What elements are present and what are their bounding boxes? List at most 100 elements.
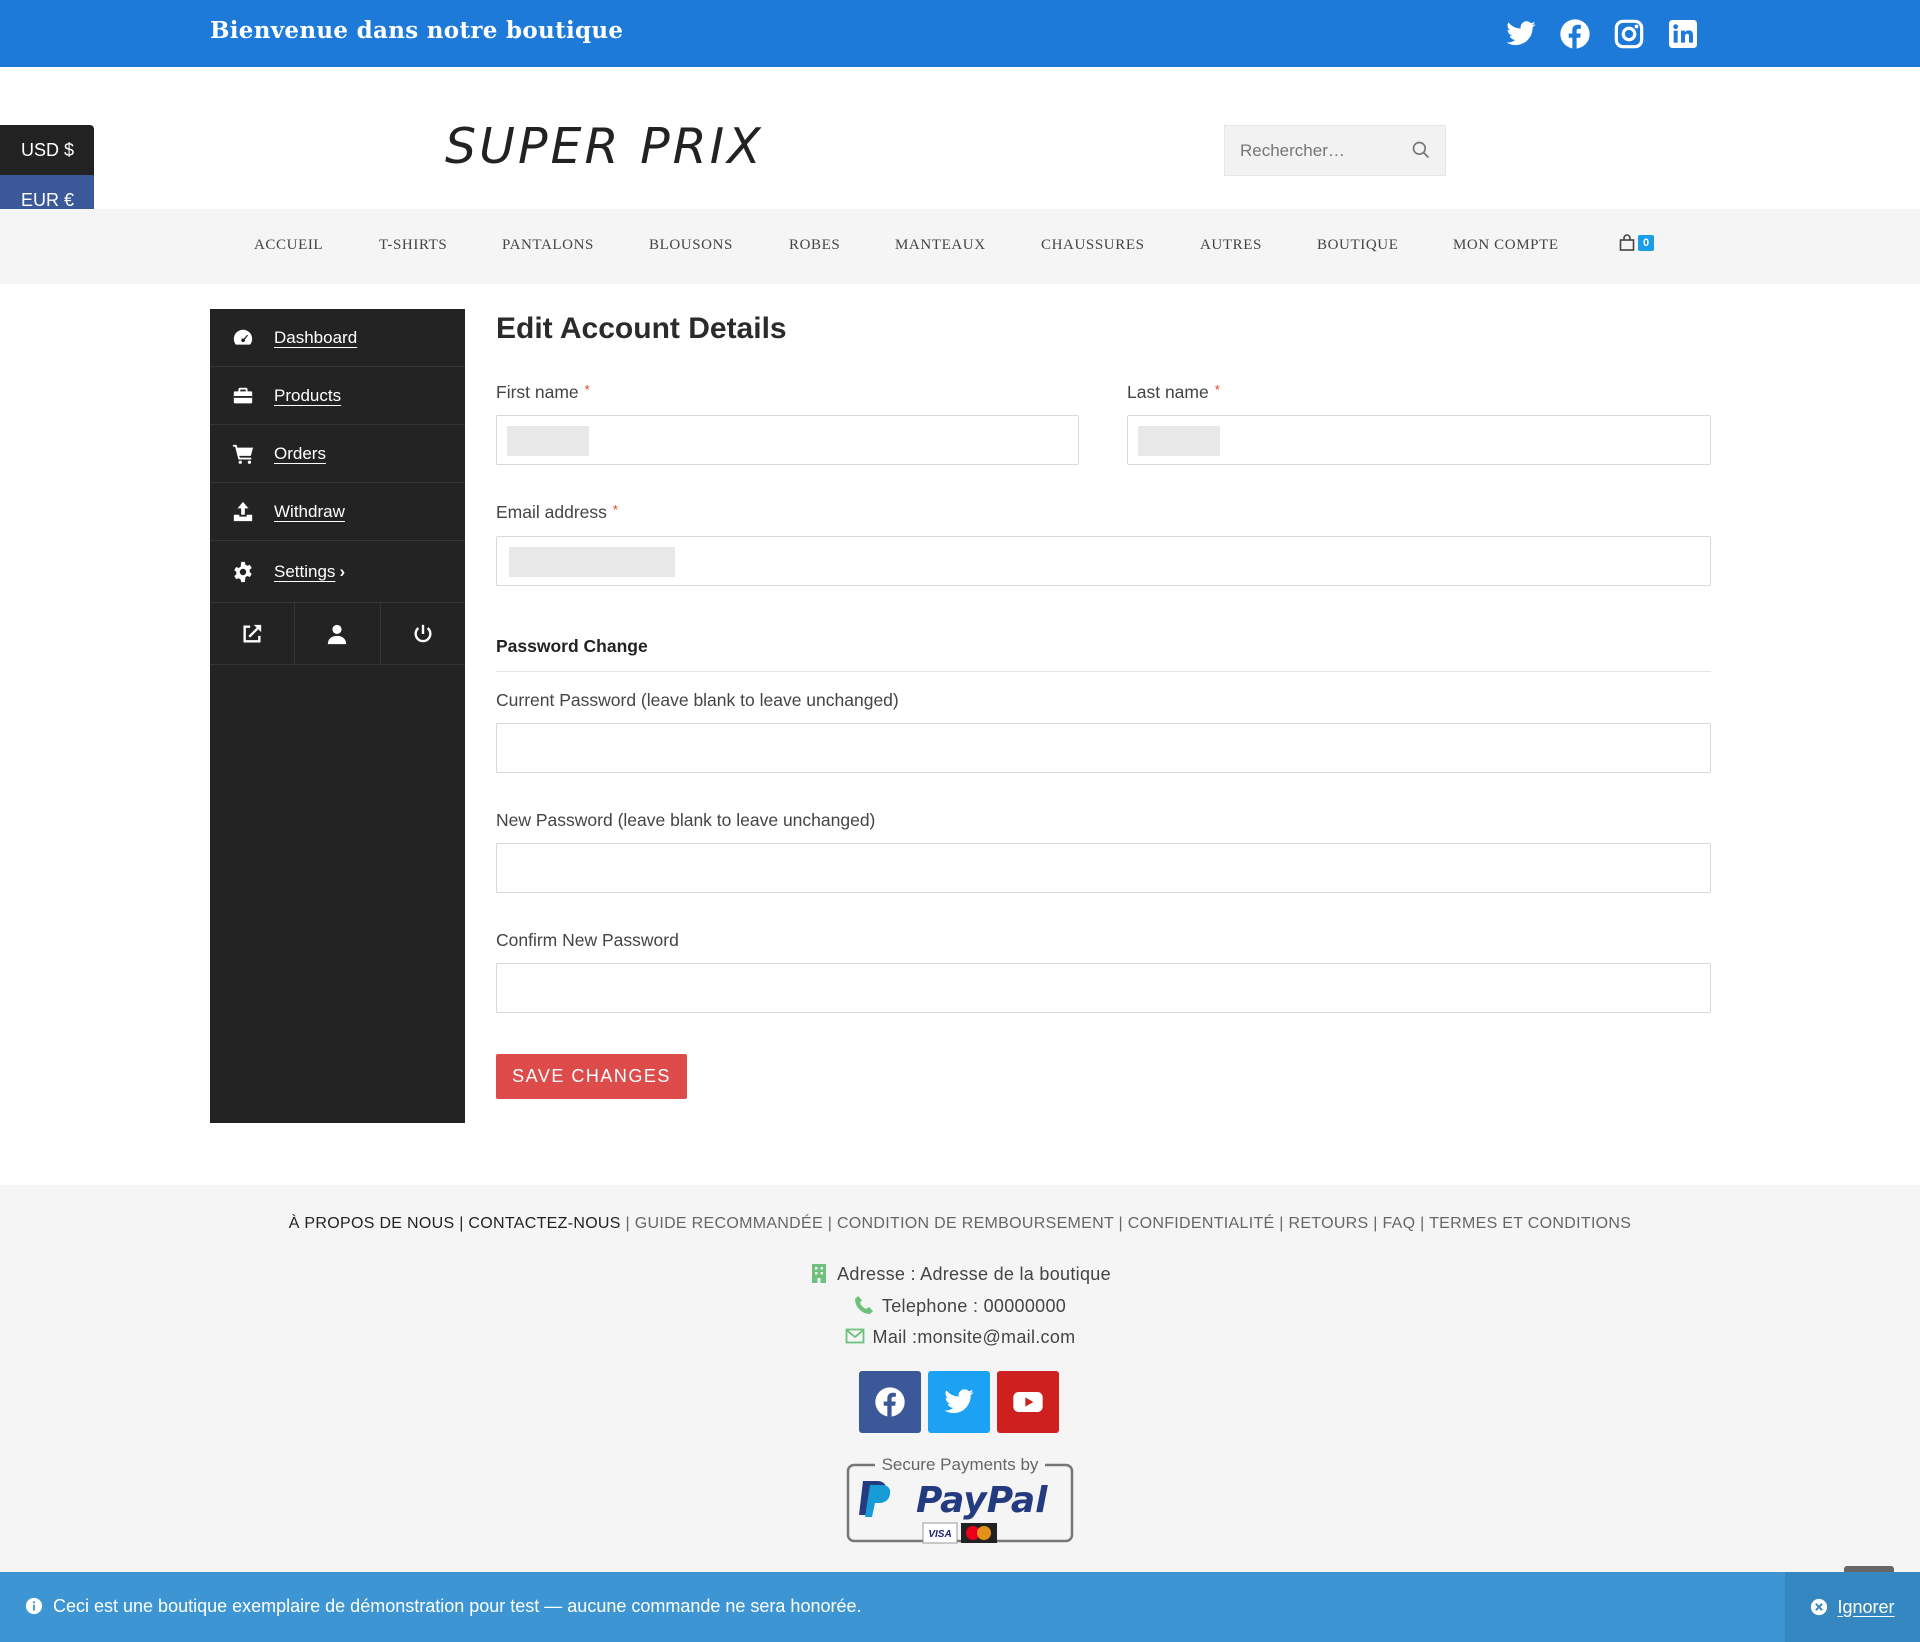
nav-accueil[interactable]: ACCUEIL: [254, 237, 323, 254]
footer-link-privacy[interactable]: CONFIDENTIALITÉ: [1128, 1215, 1275, 1232]
sidebar-item-dashboard[interactable]: Dashboard: [210, 309, 465, 367]
email-label: Email address *: [496, 502, 618, 523]
required-mark: *: [584, 382, 590, 397]
footer-separator: |: [1118, 1215, 1124, 1232]
last-name-label: Last name *: [1127, 382, 1220, 403]
twitter-icon[interactable]: [1505, 18, 1537, 50]
first-name-field[interactable]: [496, 415, 1079, 465]
sidebar-item-label: Dashboard: [274, 327, 358, 347]
notice-message: Ceci est une boutique exemplaire de démo…: [25, 1596, 862, 1617]
sidebar-item-orders[interactable]: Orders: [210, 425, 465, 483]
cart-icon: [232, 444, 254, 464]
facebook-icon: [875, 1387, 905, 1417]
top-social-links: [1505, 18, 1699, 50]
nav-blousons[interactable]: BLOUSONS: [649, 237, 733, 254]
instagram-icon[interactable]: [1613, 18, 1645, 50]
visit-store-button[interactable]: [210, 603, 296, 664]
new-password-label: New Password (leave blank to leave uncha…: [496, 810, 876, 830]
footer-separator: |: [459, 1215, 464, 1232]
first-name-label: First name *: [496, 382, 590, 403]
confirm-password-field[interactable]: [496, 963, 1711, 1013]
first-name-label-text: First name: [496, 382, 579, 402]
footer-link-refund[interactable]: CONDITION DE REMBOURSEMENT: [837, 1215, 1114, 1232]
edit-profile-button[interactable]: [295, 603, 381, 664]
footer-twitter-button[interactable]: [928, 1371, 990, 1433]
mail-text: Mail :monsite@mail.com: [872, 1327, 1076, 1347]
sidebar-item-label: Settings: [274, 561, 336, 581]
redacted-value: [1138, 426, 1220, 456]
nav-boutique[interactable]: BOUTIQUE: [1317, 237, 1398, 254]
confirm-password-label: Confirm New Password: [496, 930, 679, 950]
footer-link-guide[interactable]: GUIDE RECOMMANDÉE: [635, 1215, 823, 1232]
email-field[interactable]: [496, 536, 1711, 586]
upload-icon: [233, 501, 253, 521]
briefcase-icon: [233, 387, 253, 403]
footer-link-about[interactable]: À PROPOS DE NOUS: [289, 1215, 455, 1232]
chevron-right-icon: ›: [339, 561, 346, 581]
top-bar: Bienvenue dans notre boutique: [0, 0, 1920, 67]
sidebar-item-label: Withdraw: [274, 501, 345, 521]
svg-text:VISA: VISA: [928, 1529, 951, 1540]
new-password-field[interactable]: [496, 843, 1711, 893]
current-password-field[interactable]: [496, 723, 1711, 773]
footer-phone: Telephone : 00000000: [0, 1295, 1920, 1317]
last-name-label-text: Last name: [1127, 382, 1209, 402]
footer-link-contact[interactable]: CONTACTEZ-NOUS: [468, 1215, 620, 1232]
dashboard-sidebar: Dashboard Products Orders Withdraw Setti…: [210, 309, 465, 1123]
site-logo[interactable]: SUPER PRIX: [445, 118, 764, 175]
footer-separator: |: [1420, 1215, 1425, 1232]
close-circle-icon: [1811, 1598, 1828, 1616]
last-name-field[interactable]: [1127, 415, 1711, 465]
account-details-form: Edit Account Details First name * Last na…: [496, 309, 1711, 1099]
currency-usd[interactable]: USD $: [0, 125, 94, 175]
nav-autres[interactable]: AUTRES: [1200, 237, 1262, 254]
nav-t-shirts[interactable]: T-SHIRTS: [379, 237, 447, 254]
current-password-label: Current Password (leave blank to leave u…: [496, 690, 899, 710]
envelope-icon: [845, 1328, 864, 1344]
footer-address: Adresse : Adresse de la boutique: [0, 1263, 1920, 1285]
sidebar-item-settings[interactable]: Settings ›: [210, 541, 465, 603]
footer-facebook-button[interactable]: [859, 1371, 921, 1433]
sidebar-item-withdraw[interactable]: Withdraw: [210, 483, 465, 541]
nav-manteaux[interactable]: MANTEAUX: [895, 237, 986, 254]
welcome-text: Bienvenue dans notre boutique: [210, 17, 624, 44]
facebook-icon[interactable]: [1559, 18, 1591, 50]
dismiss-notice-button[interactable]: Ignorer: [1785, 1572, 1920, 1642]
footer-youtube-button[interactable]: [997, 1371, 1059, 1433]
footer-links: À PROPOS DE NOUS | CONTACTEZ-NOUS | GUID…: [0, 1215, 1920, 1233]
external-link-icon: [243, 624, 262, 643]
linkedin-icon[interactable]: [1667, 18, 1699, 50]
footer-separator: |: [625, 1215, 630, 1232]
footer-separator: |: [1279, 1215, 1284, 1232]
paypal-logo-text: PayPal: [916, 1480, 1048, 1521]
save-changes-button[interactable]: SAVE CHANGES: [496, 1054, 687, 1099]
paypal-secure-badge: Secure Payments by PayPal VISA: [846, 1455, 1074, 1544]
nav-robes[interactable]: ROBES: [789, 237, 840, 254]
password-change-heading: Password Change: [496, 636, 1711, 672]
demo-store-notice: Ceci est une boutique exemplaire de démo…: [0, 1572, 1920, 1642]
logout-button[interactable]: [381, 603, 465, 664]
required-mark: *: [1214, 382, 1220, 397]
nav-mon-compte[interactable]: MON COMPTE: [1453, 237, 1559, 254]
nav-pantalons[interactable]: PANTALONS: [502, 237, 594, 254]
sidebar-item-products[interactable]: Products: [210, 367, 465, 425]
footer-link-returns[interactable]: RETOURS: [1288, 1215, 1368, 1232]
footer-link-faq[interactable]: FAQ: [1382, 1215, 1415, 1232]
redacted-value: [507, 426, 589, 456]
cart-count-badge: 0: [1638, 235, 1655, 251]
notice-text: Ceci est une boutique exemplaire de démo…: [53, 1596, 862, 1616]
email-label-text: Email address: [496, 502, 607, 522]
nav-chaussures[interactable]: CHAUSSURES: [1041, 237, 1145, 254]
search-input[interactable]: [1225, 126, 1395, 175]
footer-separator: |: [827, 1215, 833, 1232]
footer-separator: |: [1373, 1215, 1378, 1232]
phone-text: Telephone : 00000000: [881, 1296, 1067, 1316]
search-icon[interactable]: [1411, 140, 1431, 160]
cart-link[interactable]: 0: [1619, 234, 1655, 252]
footer-link-terms[interactable]: TERMES ET CONDITIONS: [1429, 1215, 1631, 1232]
address-text: Adresse : Adresse de la boutique: [837, 1264, 1111, 1284]
page-title: Edit Account Details: [496, 312, 787, 345]
gear-icon: [234, 561, 252, 582]
youtube-icon: [1013, 1392, 1043, 1412]
footer-social-buttons: [859, 1371, 1059, 1433]
